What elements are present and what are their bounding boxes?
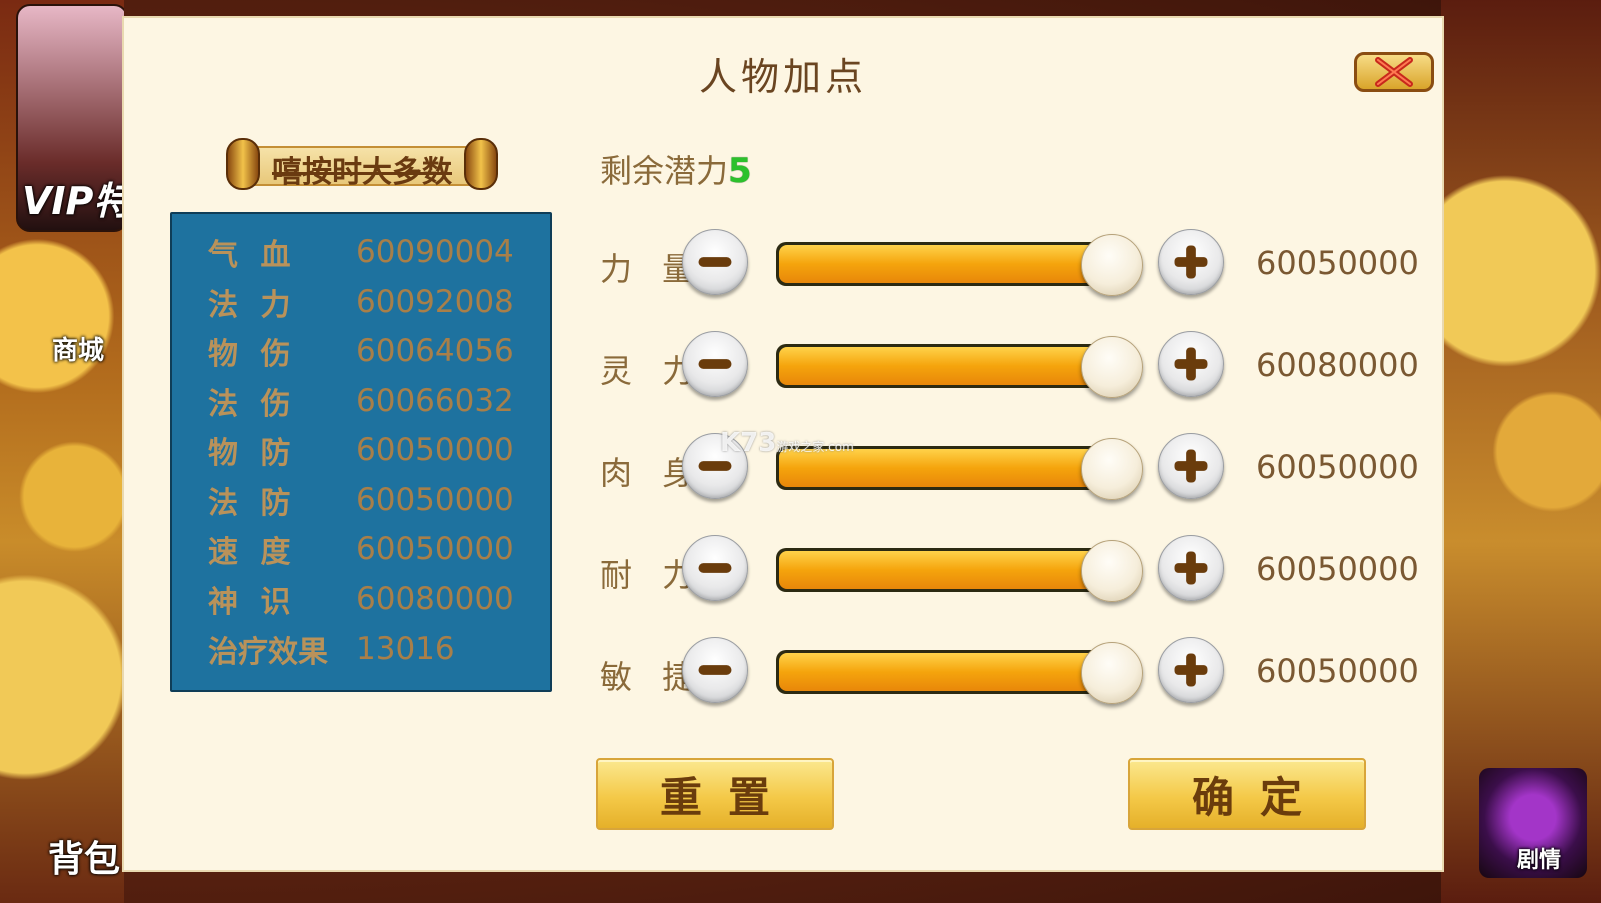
dialog-title: 人物加点 [698,55,867,99]
stat-row: 治疗效果 13016 [208,629,455,670]
attribute-slider[interactable] [776,234,1143,296]
watermark-domain: .com [824,440,854,454]
attribute-value: 60050000 [1256,244,1419,282]
slider-fill [779,653,1115,691]
stat-row: 法 伤 60066032 [208,381,514,422]
stat-value: 13016 [356,631,455,667]
slider-knob[interactable] [1081,642,1143,704]
slider-fill [779,245,1115,283]
close-button[interactable] [1354,52,1434,92]
attribute-row: 力 量 60050000 [600,222,1420,302]
attribute-slider[interactable] [776,336,1143,398]
attribute-value: 60050000 [1256,550,1419,588]
story-label[interactable]: 剧情 [1517,842,1561,874]
minus-icon [698,359,732,369]
stat-value: 60090004 [356,234,514,270]
stat-name: 速 度 [208,535,297,570]
stat-row: 神 识 60080000 [208,579,514,620]
attribute-value: 60080000 [1256,346,1419,384]
increase-button[interactable] [1158,637,1224,703]
stat-name: 物 防 [208,436,297,471]
plus-icon [1174,449,1208,483]
plus-icon [1174,551,1208,585]
bag-label[interactable]: 背包 [48,830,120,882]
slider-knob[interactable] [1081,336,1143,398]
stat-value: 60080000 [356,581,514,617]
stat-name: 法 防 [208,486,297,521]
slider-knob[interactable] [1081,540,1143,602]
vip-label[interactable]: VIP特 [22,170,131,225]
plus-icon [1174,653,1208,687]
stat-row: 物 防 60050000 [208,430,514,471]
potential-label: 剩余潜力 [600,152,729,190]
stat-row: 速 度 60050000 [208,529,514,570]
attribute-slider[interactable] [776,540,1143,602]
stat-row: 法 力 60092008 [208,282,514,323]
plus-icon [1174,347,1208,381]
minus-icon [698,665,732,675]
attribute-value: 60050000 [1256,652,1419,690]
stat-name: 神 识 [208,585,297,620]
decrease-button[interactable] [682,229,748,295]
minus-icon [698,563,732,573]
attribute-row: 耐 力 60050000 [600,528,1420,608]
decrease-button[interactable] [682,637,748,703]
stat-row: 法 防 60050000 [208,480,514,521]
watermark-brand: K73 [720,428,777,458]
stat-name: 物 伤 [208,337,297,372]
stat-value: 60066032 [356,383,514,419]
stat-row: 气 血 60090004 [208,232,514,273]
slider-fill [779,551,1115,589]
character-name-banner: 嘻按时大多数 [226,138,498,190]
stat-value: 60050000 [356,432,514,468]
decrease-button[interactable] [682,331,748,397]
close-x-icon [1375,57,1413,87]
reset-button[interactable]: 重置 [596,758,834,830]
attribute-row: 敏 捷 60050000 [600,630,1420,710]
background-right-scene [1441,0,1601,903]
stat-value: 60064056 [356,333,514,369]
attribute-value: 60050000 [1256,448,1419,486]
background-left-scene [0,0,124,903]
slider-knob[interactable] [1081,234,1143,296]
watermark: K73游戏之家.com [720,428,854,458]
remaining-potential: 剩余潜力5 [600,146,752,192]
slider-fill [779,347,1115,385]
stat-row: 物 伤 60064056 [208,331,514,372]
potential-value: 5 [728,151,752,191]
attribute-row: 灵 力 60080000 [600,324,1420,404]
stat-name: 气 血 [208,238,297,273]
stat-value: 60050000 [356,531,514,567]
decrease-button[interactable] [682,535,748,601]
attribute-points-dialog: 人物加点 嘻按时大多数 气 血 60090004 法 力 60092008 物 … [122,16,1444,872]
increase-button[interactable] [1158,229,1224,295]
watermark-sub: 游戏之家 [776,440,825,454]
plus-icon [1174,245,1208,279]
stats-panel: 气 血 60090004 法 力 60092008 物 伤 60064056 法… [170,212,552,692]
slider-knob[interactable] [1081,438,1143,500]
increase-button[interactable] [1158,535,1224,601]
stat-name: 法 力 [208,288,297,323]
minus-icon [698,257,732,267]
increase-button[interactable] [1158,331,1224,397]
stat-name: 法 伤 [208,387,297,422]
confirm-button[interactable]: 确定 [1128,758,1366,830]
increase-button[interactable] [1158,433,1224,499]
banner-label: 嘻按时大多数 [272,155,452,190]
shop-label[interactable]: 商城 [52,330,104,367]
stat-value: 60092008 [356,284,514,320]
attribute-slider[interactable] [776,642,1143,704]
stat-name: 治疗效果 [208,635,328,670]
stat-value: 60050000 [356,482,514,518]
